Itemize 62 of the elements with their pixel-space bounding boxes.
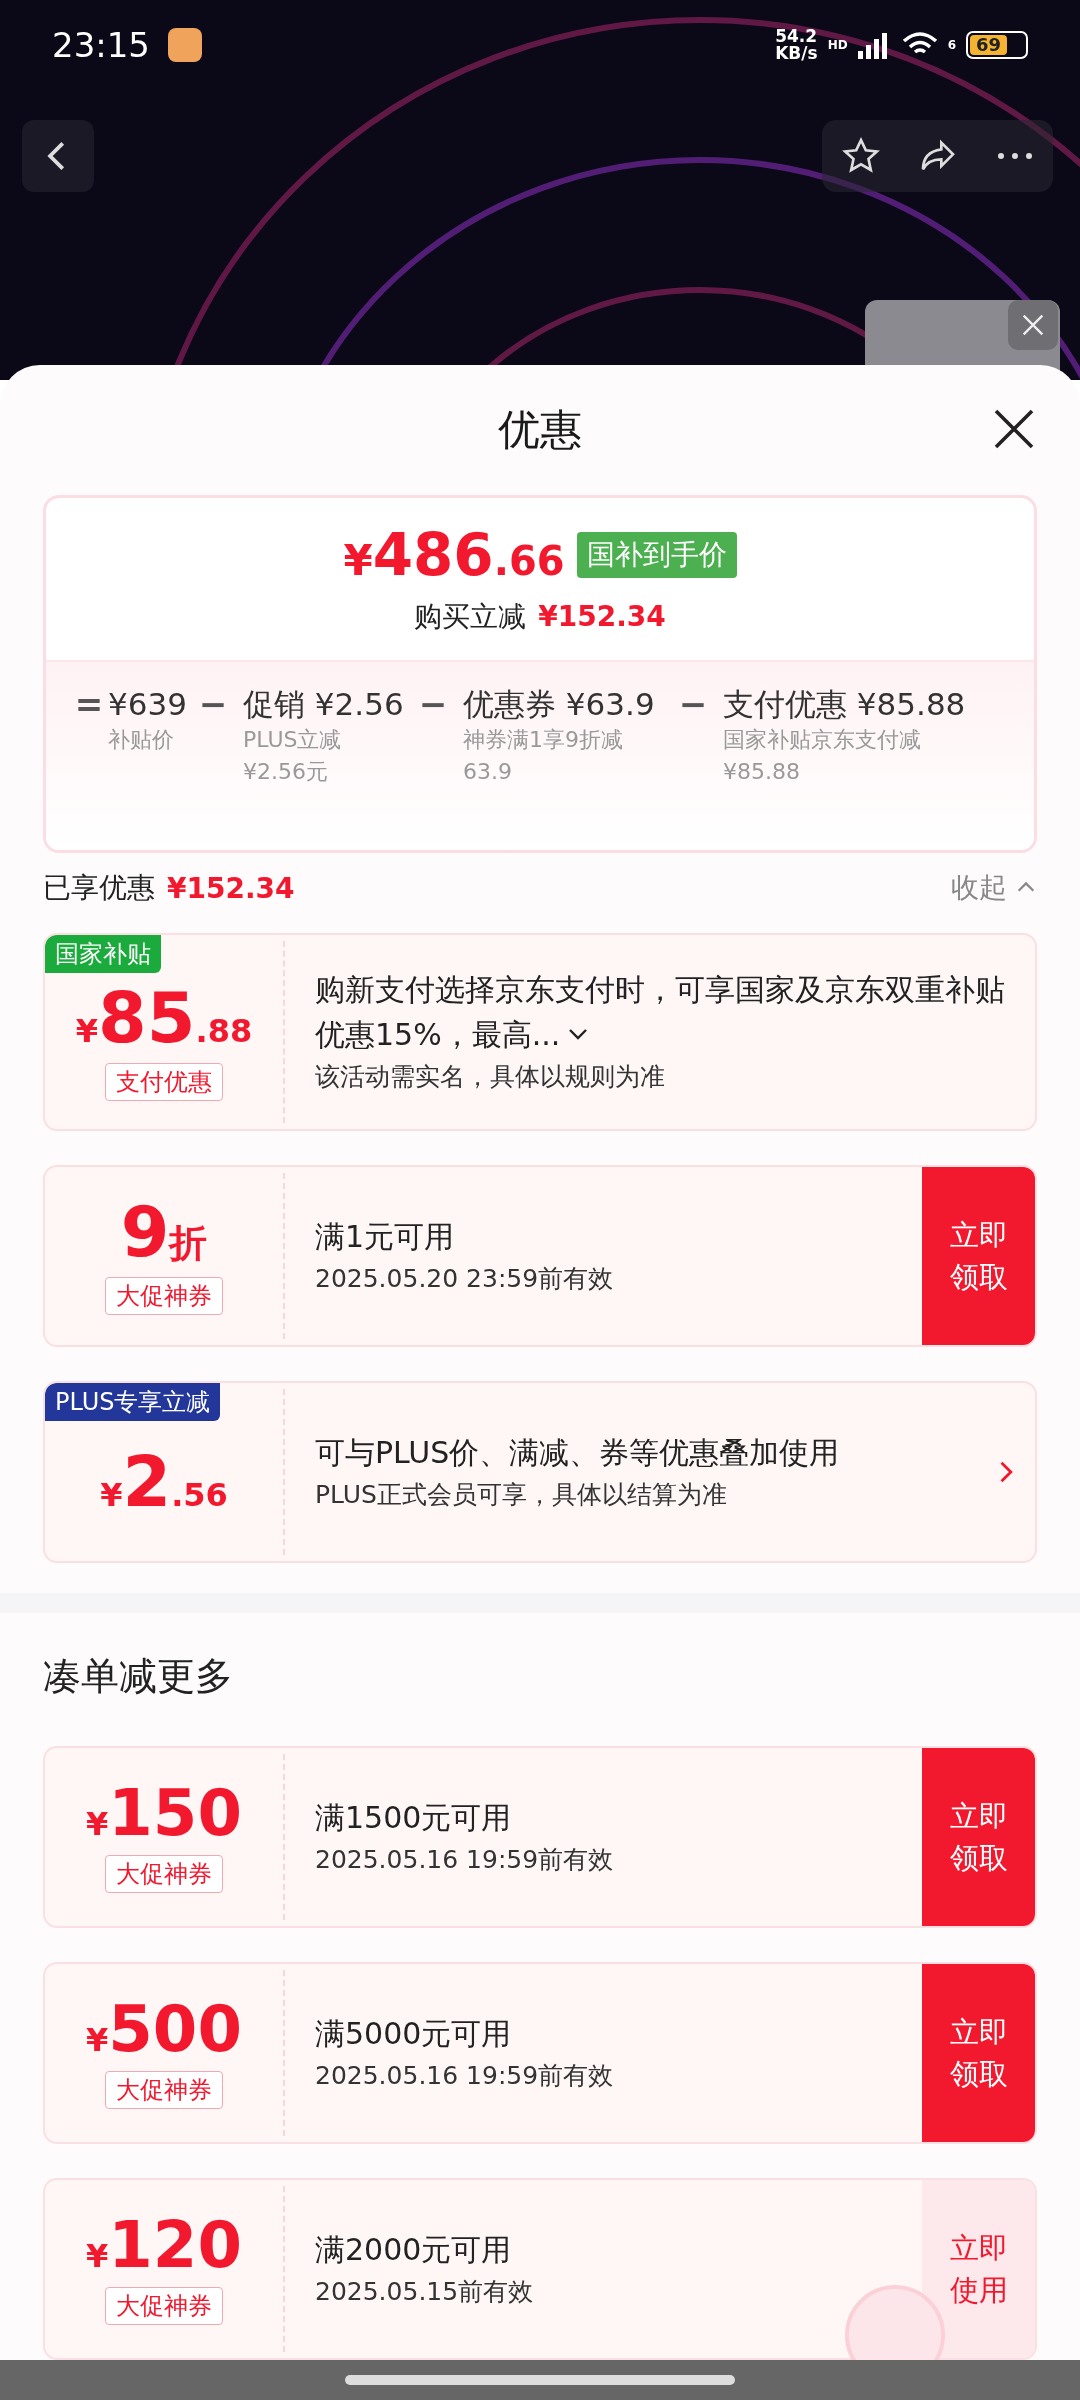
wifi-band-label: 6 [947,38,956,52]
app-notification-icon [168,28,202,62]
coupon-title: 满2000元可用 [315,2230,513,2269]
network-speed: 54.2 KB/s [775,28,818,62]
breakdown-note: 补贴价 [108,726,175,754]
coupon-title: 购新支付选择京东支付时，可享国家及京东双重补贴优惠15%，最高... [315,971,1006,1054]
applied-value: ¥152.34 [167,871,295,905]
price-badge: 国补到手价 [576,532,737,578]
breakdown-note: 国家补贴京东支付减 [723,726,922,754]
star-icon [840,136,881,176]
breakdown-value: 优惠券 ¥63.9 [463,685,656,724]
operator-sign: = [73,684,105,724]
breakdown-note: PLUS立减 [243,726,343,754]
sheet-title: 优惠 [498,404,582,456]
battery-icon: 69 [966,31,1028,59]
coupon-subtitle: 该活动需实名，具体以规则为准 [315,1061,666,1093]
coupon-subtitle: 2025.05.16 19:59前有效 [315,1843,615,1876]
saving-label: 购买立减 [414,599,527,635]
coupon-tag: PLUS专享立减 [45,1383,221,1421]
breakdown-value: 支付优惠 ¥85.88 [723,685,967,724]
applied-label: 已享优惠 [43,870,155,906]
coupon-title: 满1元可用 [315,1217,456,1256]
coupon-subtitle: 2025.05.20 23:59前有效 [315,1262,615,1295]
status-time: 23:15 [52,25,150,65]
coupon-title: 满5000元可用 [315,2014,513,2053]
operator-sign: − [197,684,229,724]
breakdown-value: ¥639 [108,685,183,724]
coupon-subtitle: 2025.05.15前有效 [315,2275,535,2308]
use-button[interactable]: 立即使用 [922,2180,1035,2358]
claim-button[interactable]: 立即领取 [922,1748,1035,1926]
saving-value: ¥152.34 [538,600,666,633]
home-handle[interactable] [345,2375,735,2385]
claim-button[interactable]: 立即领取 [922,1167,1035,1345]
coupon-amount: ¥150 [86,1781,242,1845]
breakdown-note: ¥85.88 [723,758,801,786]
breakdown-note: ¥2.56元 [243,758,329,786]
coupon-title: 满1500元可用 [315,1798,513,1837]
coupon-amount: ¥500 [86,1997,242,2061]
section-title: 凑单减更多 [42,1653,234,1700]
coupon-type-label: 支付优惠 [105,1063,223,1101]
coupon-amount: 9折 [120,1197,208,1267]
collapse-toggle[interactable]: 收起 [951,869,1037,907]
coupon-subtitle: PLUS正式会员可享，具体以结算为准 [315,1478,728,1511]
breakdown-value: 促销 ¥2.56 [243,685,403,724]
claim-button[interactable]: 立即领取 [922,1964,1035,2142]
coupon-tag: 国家补贴 [45,935,161,973]
coupon-type-label: 大促神券 [105,1277,223,1315]
breakdown-note: 63.9 [463,758,513,786]
coupon-type-label: 大促神券 [105,1855,223,1893]
operator-sign: − [677,684,709,724]
coupon-amount: ¥85.88 [75,983,253,1053]
operator-sign: − [417,684,449,724]
final-price: ¥486.66 [343,526,565,584]
breakdown-note: 神券满1享9折减 [463,726,624,754]
coupon-title: 可与PLUS价、满减、券等优惠叠加使用 [315,1433,841,1472]
coupon-amount: ¥120 [86,2213,242,2277]
coupon-type-label: 大促神券 [105,2287,223,2325]
coupon-type-label: 大促神券 [105,2071,223,2109]
coupon-subtitle: 2025.05.16 19:59前有效 [315,2059,615,2092]
network-type-label: HD [827,38,848,52]
back-button[interactable] [22,120,94,192]
coupon-amount: ¥2.56 [100,1447,228,1517]
